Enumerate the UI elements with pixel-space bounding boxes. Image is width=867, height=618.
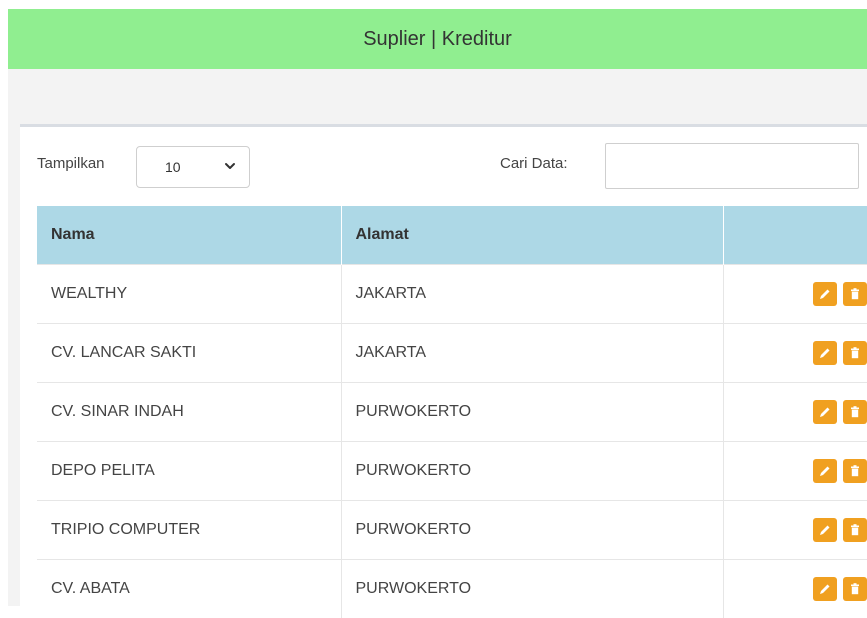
cell-actions <box>723 322 867 382</box>
table-row: TRIPIO COMPUTER PURWOKERTO <box>37 499 867 559</box>
cell-alamat: JAKARTA <box>341 263 724 323</box>
cell-nama: CV. ABATA <box>37 558 342 618</box>
edit-button[interactable] <box>812 399 837 424</box>
table-row: CV. ABATA PURWOKERTO <box>37 558 867 618</box>
edit-button[interactable] <box>812 281 837 306</box>
edit-button[interactable] <box>812 517 837 542</box>
pencil-icon <box>819 466 830 476</box>
cell-alamat: PURWOKERTO <box>341 499 724 559</box>
cell-nama: WEALTHY <box>37 263 342 323</box>
cell-alamat: PURWOKERTO <box>341 381 724 441</box>
trash-icon <box>851 405 859 417</box>
cell-actions <box>723 440 867 500</box>
pencil-icon <box>819 525 830 535</box>
page-header: Suplier | Kreditur <box>8 9 867 69</box>
data-panel: Tampilkan 10 Cari Data: Nama Alamat WEAL… <box>20 124 867 618</box>
cell-nama: CV. SINAR INDAH <box>37 381 342 441</box>
supplier-table: Nama Alamat WEALTHY JAKARTA CV. LANCAR S… <box>37 206 867 618</box>
cell-alamat: JAKARTA <box>341 322 724 382</box>
cell-actions <box>723 381 867 441</box>
edit-button[interactable] <box>812 576 837 601</box>
delete-button[interactable] <box>843 281 867 306</box>
trash-icon <box>851 464 859 476</box>
table-row: DEPO PELITA PURWOKERTO <box>37 440 867 500</box>
cell-nama: TRIPIO COMPUTER <box>37 499 342 559</box>
table-toolbar: Tampilkan 10 Cari Data: <box>20 127 867 201</box>
column-header-nama[interactable]: Nama <box>37 206 342 264</box>
trash-icon <box>851 582 859 594</box>
trash-icon <box>851 287 859 299</box>
show-entries-label: Tampilkan <box>37 155 105 172</box>
delete-button[interactable] <box>843 576 867 601</box>
trash-icon <box>851 523 859 535</box>
pencil-icon <box>819 289 830 299</box>
page-size-value: 10 <box>165 159 181 175</box>
edit-button[interactable] <box>812 340 837 365</box>
pencil-icon <box>819 584 830 594</box>
trash-icon <box>851 346 859 358</box>
cell-actions <box>723 263 867 323</box>
cell-nama: DEPO PELITA <box>37 440 342 500</box>
table-row: CV. SINAR INDAH PURWOKERTO <box>37 381 867 441</box>
column-header-alamat[interactable]: Alamat <box>341 206 724 264</box>
column-header-actions <box>723 206 867 264</box>
search-label: Cari Data: <box>500 155 568 172</box>
cell-nama: CV. LANCAR SAKTI <box>37 322 342 382</box>
delete-button[interactable] <box>843 340 867 365</box>
cell-actions <box>723 499 867 559</box>
cell-alamat: PURWOKERTO <box>341 440 724 500</box>
cell-alamat: PURWOKERTO <box>341 558 724 618</box>
page-size-select[interactable]: 10 <box>136 146 250 188</box>
delete-button[interactable] <box>843 399 867 424</box>
pencil-icon <box>819 407 830 417</box>
table-row: WEALTHY JAKARTA <box>37 263 867 323</box>
pencil-icon <box>819 348 830 358</box>
table-header-row: Nama Alamat <box>37 206 867 264</box>
page-title: Suplier | Kreditur <box>363 27 512 50</box>
search-input[interactable] <box>605 143 859 189</box>
delete-button[interactable] <box>843 517 867 542</box>
edit-button[interactable] <box>812 458 837 483</box>
delete-button[interactable] <box>843 458 867 483</box>
chevron-down-icon <box>225 163 235 169</box>
table-row: CV. LANCAR SAKTI JAKARTA <box>37 322 867 382</box>
cell-actions <box>723 558 867 618</box>
